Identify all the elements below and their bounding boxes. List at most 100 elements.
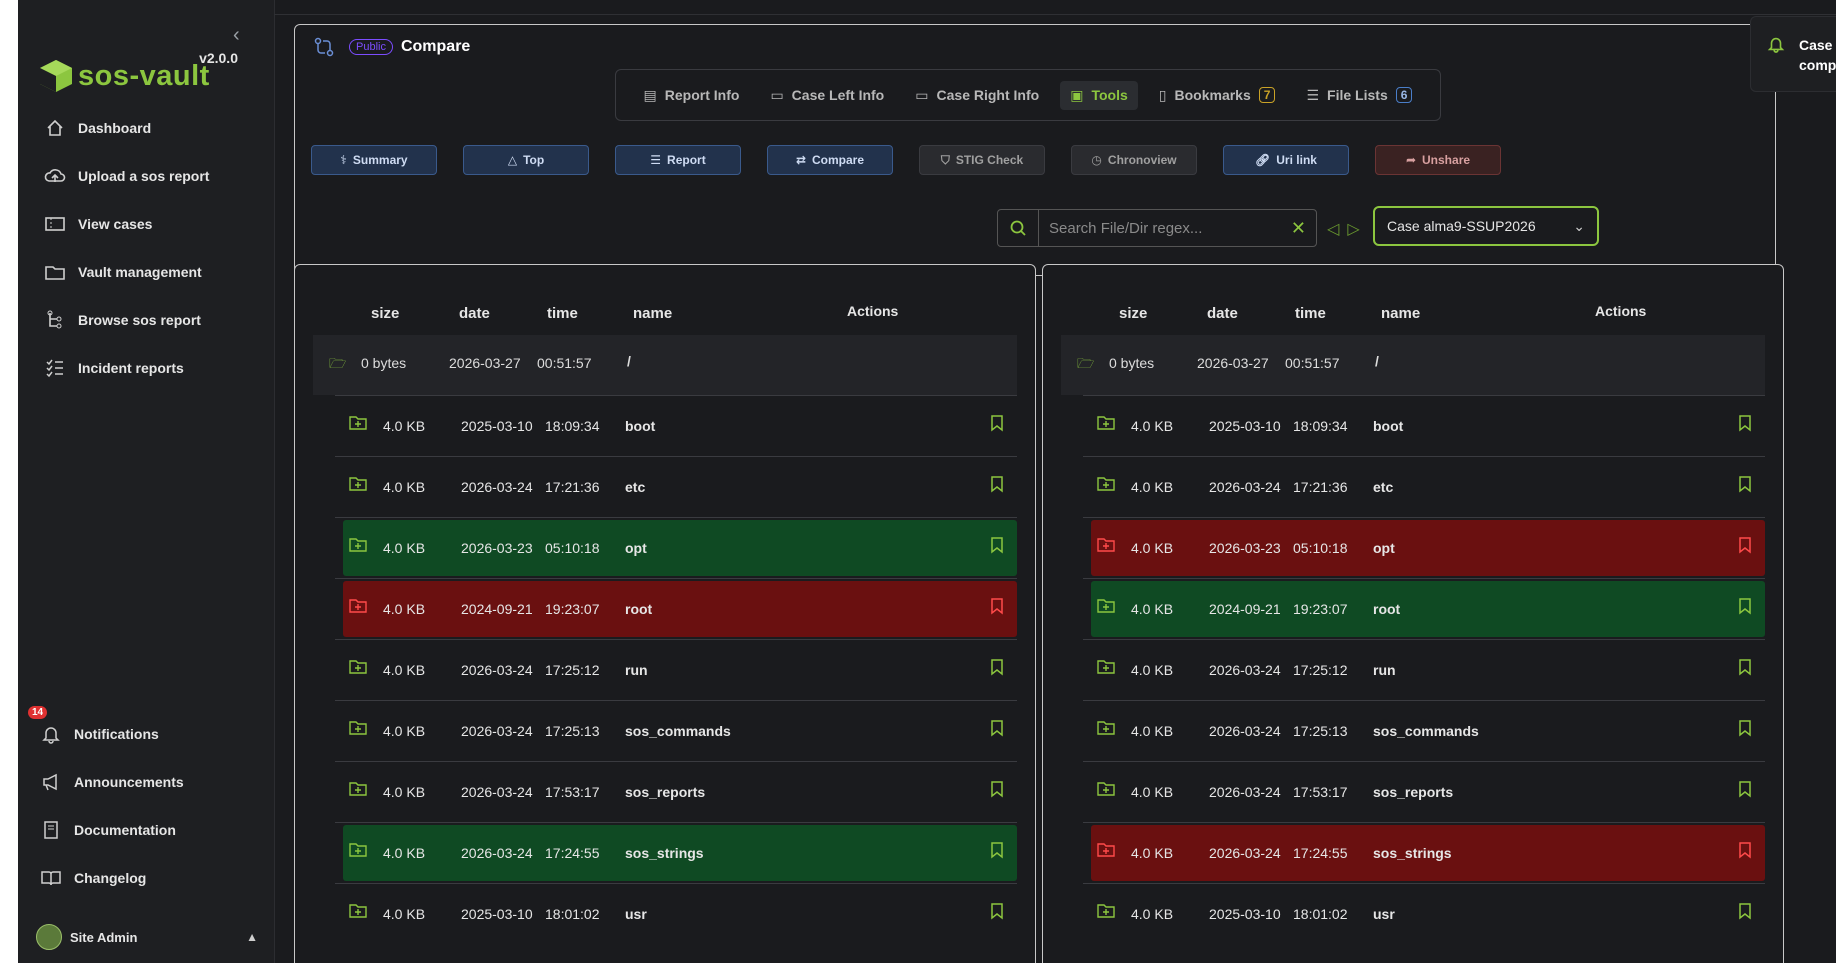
table-row[interactable]: 4.0 KB 2026-03-24 17:24:55 sos_strings bbox=[335, 822, 1017, 883]
cell-size: 4.0 KB bbox=[383, 784, 426, 800]
compare-button[interactable]: ⇄ Compare bbox=[767, 145, 893, 175]
table-row[interactable]: 4.0 KB 2025-03-10 18:09:34 boot bbox=[1083, 395, 1765, 456]
folder-plus-icon[interactable] bbox=[349, 841, 367, 860]
bookmark-icon[interactable] bbox=[989, 780, 1005, 801]
user-menu[interactable]: Site Admin ▲ bbox=[36, 924, 258, 950]
root-row[interactable]: 🗁 0 bytes 2026-03-27 00:51:57 / bbox=[313, 335, 1017, 395]
sidebar-item-label: Incident reports bbox=[78, 360, 184, 376]
folder-plus-icon[interactable] bbox=[349, 719, 367, 738]
cell-date: 2026-03-24 bbox=[461, 784, 533, 800]
folder-plus-icon[interactable] bbox=[1097, 414, 1115, 433]
folder-plus-icon[interactable] bbox=[1097, 719, 1115, 738]
bookmark-icon[interactable] bbox=[989, 902, 1005, 923]
button-label: Report bbox=[667, 153, 706, 167]
sidebar-item-browse[interactable]: Browse sos report bbox=[42, 296, 209, 344]
sidebar-item-dashboard[interactable]: Dashboard bbox=[42, 104, 209, 152]
tab-bookmarks[interactable]: ▯ Bookmarks 7 bbox=[1149, 81, 1286, 110]
bookmark-icon[interactable] bbox=[989, 841, 1005, 862]
sidebar-item-view-cases[interactable]: View cases bbox=[42, 200, 209, 248]
bookmark-icon[interactable] bbox=[1737, 780, 1753, 801]
stig-check-button[interactable]: ⛉ STIG Check bbox=[919, 145, 1045, 175]
table-row[interactable]: 4.0 KB 2026-03-24 17:24:55 sos_strings bbox=[1083, 822, 1765, 883]
bookmark-icon[interactable] bbox=[1737, 475, 1753, 496]
sidebar-item-changelog[interactable]: Changelog bbox=[38, 854, 184, 902]
folder-plus-icon[interactable] bbox=[349, 597, 367, 616]
folder-plus-icon[interactable] bbox=[1097, 536, 1115, 555]
bookmark-icon[interactable] bbox=[989, 536, 1005, 557]
cell-date: 2026-03-24 bbox=[461, 723, 533, 739]
cell-name: usr bbox=[625, 906, 647, 922]
sidebar-item-documentation[interactable]: Documentation bbox=[38, 806, 184, 854]
folder-plus-icon[interactable] bbox=[349, 780, 367, 799]
folder-plus-icon[interactable] bbox=[1097, 902, 1115, 921]
cell-time: 17:25:13 bbox=[545, 723, 600, 739]
sidebar-item-upload[interactable]: Upload a sos report bbox=[42, 152, 209, 200]
folder-plus-icon[interactable] bbox=[349, 414, 367, 433]
bookmark-icon[interactable] bbox=[1737, 414, 1753, 435]
folder-plus-icon[interactable] bbox=[1097, 475, 1115, 494]
sidebar-item-vault[interactable]: Vault management bbox=[42, 248, 209, 296]
bookmark-icon[interactable] bbox=[1737, 841, 1753, 862]
tab-case-right-info[interactable]: ▭ Case Right Info bbox=[905, 81, 1049, 110]
folder-plus-icon[interactable] bbox=[1097, 841, 1115, 860]
clear-search-icon[interactable]: ✕ bbox=[1291, 218, 1306, 239]
table-row[interactable]: 4.0 KB 2026-03-24 17:53:17 sos_reports bbox=[1083, 761, 1765, 822]
cell-date: 2025-03-10 bbox=[1209, 418, 1281, 434]
sidebar-item-incidents[interactable]: Incident reports bbox=[42, 344, 209, 392]
unshare-button[interactable]: ➦ Unshare bbox=[1375, 145, 1501, 175]
bookmark-icon[interactable] bbox=[1737, 902, 1753, 923]
bookmark-icon[interactable] bbox=[989, 658, 1005, 679]
table-row[interactable]: 4.0 KB 2026-03-24 17:25:12 run bbox=[1083, 639, 1765, 700]
folder-plus-icon[interactable] bbox=[349, 658, 367, 677]
table-row[interactable]: 4.0 KB 2026-03-23 05:10:18 opt bbox=[335, 517, 1017, 578]
case-select[interactable]: Case alma9-SSUP2026 ⌄ bbox=[1373, 206, 1599, 246]
bookmark-icon[interactable] bbox=[1737, 597, 1753, 618]
bookmark-icon[interactable] bbox=[989, 597, 1005, 618]
table-row[interactable]: 4.0 KB 2026-03-24 17:53:17 sos_reports bbox=[335, 761, 1017, 822]
tab-report-info[interactable]: ▤ Report Info bbox=[634, 81, 750, 110]
uri-link-button[interactable]: 🔗︎ Uri link bbox=[1223, 145, 1349, 175]
folder-plus-icon[interactable] bbox=[349, 475, 367, 494]
bookmark-icon[interactable] bbox=[989, 414, 1005, 435]
bookmark-icon[interactable] bbox=[989, 719, 1005, 740]
folder-open-icon: 🗁 bbox=[1077, 355, 1095, 371]
table-row[interactable]: 4.0 KB 2025-03-10 18:09:34 boot bbox=[335, 395, 1017, 456]
tab-file-lists[interactable]: ☰ File Lists 6 bbox=[1296, 81, 1422, 110]
next-arrow-icon[interactable]: ▷ bbox=[1347, 221, 1367, 238]
table-row[interactable]: 4.0 KB 2024-09-21 19:23:07 root bbox=[335, 578, 1017, 639]
folder-plus-icon[interactable] bbox=[1097, 780, 1115, 799]
table-row[interactable]: 4.0 KB 2026-03-24 17:25:13 sos_commands bbox=[1083, 700, 1765, 761]
bookmark-icon[interactable] bbox=[1737, 719, 1753, 740]
top-button[interactable]: △ Top bbox=[463, 145, 589, 175]
chronoview-button[interactable]: ◷ Chronoview bbox=[1071, 145, 1197, 175]
search-input[interactable] bbox=[1039, 218, 1291, 238]
row-highlight bbox=[1091, 520, 1765, 576]
table-row[interactable]: 4.0 KB 2025-03-10 18:01:02 usr bbox=[335, 883, 1017, 944]
tab-case-left-info[interactable]: ▭ Case Left Info bbox=[760, 81, 894, 110]
tab-tools[interactable]: ▣ Tools bbox=[1060, 80, 1138, 110]
bell-icon bbox=[38, 721, 64, 747]
table-row[interactable]: 4.0 KB 2026-03-24 17:21:36 etc bbox=[335, 456, 1017, 517]
report-button[interactable]: ☰ Report bbox=[615, 145, 741, 175]
bookmark-icon[interactable] bbox=[1737, 658, 1753, 679]
cell-time: 18:01:02 bbox=[545, 906, 600, 922]
sidebar-item-announcements[interactable]: Announcements bbox=[38, 758, 184, 806]
folder-plus-icon[interactable] bbox=[349, 536, 367, 555]
table-row[interactable]: 4.0 KB 2026-03-23 05:10:18 opt bbox=[1083, 517, 1765, 578]
root-row[interactable]: 🗁 0 bytes 2026-03-27 00:51:57 / bbox=[1061, 335, 1765, 395]
sidebar-item-notifications[interactable]: 14 Notifications bbox=[28, 706, 184, 758]
table-row[interactable]: 4.0 KB 2025-03-10 18:01:02 usr bbox=[1083, 883, 1765, 944]
row-highlight bbox=[1091, 642, 1765, 698]
folder-plus-icon[interactable] bbox=[1097, 597, 1115, 616]
prev-arrow-icon[interactable]: ◁ bbox=[1327, 221, 1347, 238]
table-row[interactable]: 4.0 KB 2026-03-24 17:21:36 etc bbox=[1083, 456, 1765, 517]
col-time: time bbox=[547, 305, 578, 322]
table-row[interactable]: 4.0 KB 2026-03-24 17:25:13 sos_commands bbox=[335, 700, 1017, 761]
folder-plus-icon[interactable] bbox=[349, 902, 367, 921]
table-row[interactable]: 4.0 KB 2026-03-24 17:25:12 run bbox=[335, 639, 1017, 700]
folder-plus-icon[interactable] bbox=[1097, 658, 1115, 677]
summary-button[interactable]: ⚕ Summary bbox=[311, 145, 437, 175]
table-row[interactable]: 4.0 KB 2024-09-21 19:23:07 root bbox=[1083, 578, 1765, 639]
bookmark-icon[interactable] bbox=[1737, 536, 1753, 557]
bookmark-icon[interactable] bbox=[989, 475, 1005, 496]
